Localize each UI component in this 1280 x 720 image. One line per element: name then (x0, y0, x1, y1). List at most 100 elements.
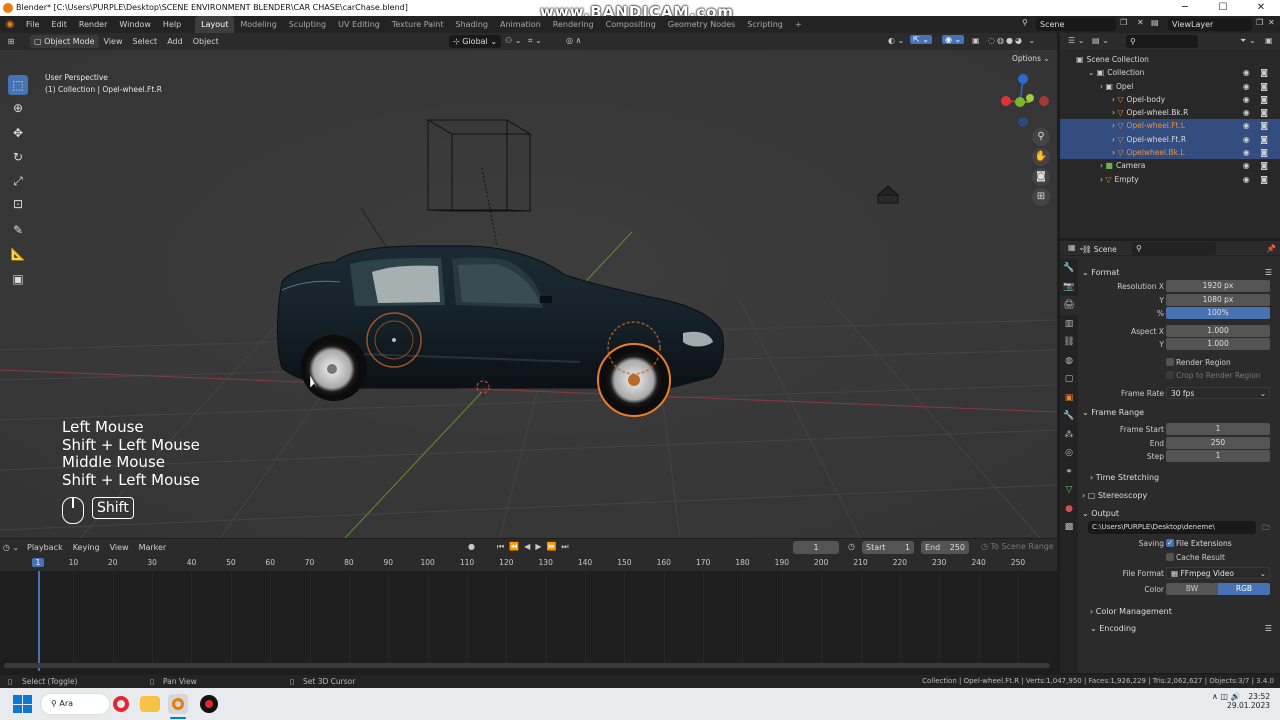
timeline-scrollbar[interactable] (4, 663, 1050, 668)
start-frame-field[interactable]: Start 1 (862, 541, 914, 554)
color-rgb-button[interactable]: RGB (1218, 582, 1270, 595)
outliner-row[interactable]: › ▣ Opel ◉ ◙ (1060, 80, 1280, 93)
resolution-y-field[interactable]: 1080 px (1166, 293, 1270, 306)
stereoscopy-section-header[interactable]: › ▢ Stereoscopy (1082, 488, 1278, 503)
ortho-grid-icon[interactable]: ⊞ (1032, 188, 1050, 206)
blender-menu-icon[interactable]: ◉ (0, 19, 20, 30)
world-tab-icon[interactable]: ◍ (1060, 352, 1078, 371)
windows-start-icon[interactable] (12, 694, 32, 714)
tool-tab-icon[interactable]: 🔧 (1060, 259, 1078, 278)
tab-sculpting[interactable]: Sculpting (283, 16, 332, 33)
menu-keying[interactable]: Keying (68, 543, 105, 552)
new-collection-icon[interactable]: ▣ (1265, 36, 1273, 45)
file-explorer-icon[interactable] (140, 696, 160, 712)
menu-edit[interactable]: Edit (45, 20, 73, 29)
current-frame-field[interactable]: 1 (793, 541, 839, 554)
outliner-row[interactable]: › ■ Camera ◉ ◙ (1060, 159, 1280, 172)
visibility-toggle-icons[interactable]: ◉ ◙ (1243, 80, 1272, 93)
menu-select[interactable]: Select (128, 37, 163, 46)
physics-tab-icon[interactable]: ◎ (1060, 444, 1078, 463)
scene-tab-icon[interactable]: ⛓ (1060, 333, 1078, 352)
visibility-toggle-icons[interactable]: ◉ ◙ (1243, 133, 1272, 146)
add-workspace-button[interactable]: + (789, 16, 808, 33)
menu-render[interactable]: Render (73, 20, 113, 29)
visibility-toggle-icons[interactable]: ◉ ◙ (1243, 106, 1272, 119)
tab-layout[interactable]: Layout (195, 16, 235, 33)
folder-icon[interactable]: 🗀 (1262, 522, 1270, 535)
format-section-header[interactable]: ⌄ Format ☰ (1082, 265, 1278, 280)
crop-region-checkbox[interactable] (1166, 371, 1174, 379)
visibility-icon[interactable]: ◐ ⌄ (888, 36, 904, 45)
camera-view-icon[interactable]: ◙ (1032, 168, 1050, 186)
tab-modeling[interactable]: Modeling (234, 16, 282, 33)
taskbar-clock[interactable]: 23:52 29.01.2023 (1190, 692, 1270, 710)
cache-result-checkbox[interactable] (1166, 552, 1174, 561)
render-region-checkbox[interactable] (1166, 357, 1174, 366)
view-layer-tab-icon[interactable]: ▥ (1060, 315, 1078, 334)
menu-marker[interactable]: Marker (134, 543, 172, 552)
encoding-presets-icon[interactable]: ☰ (1265, 621, 1272, 636)
material-tab-icon[interactable]: ● (1060, 500, 1078, 519)
aspect-x-field[interactable]: 1.000 (1166, 324, 1270, 337)
new-viewlayer-icon[interactable]: ❐ (1256, 18, 1263, 27)
options-menu[interactable]: Options ⌄ (1012, 54, 1050, 63)
outliner-row[interactable]: › ▽ Opel-wheel.Bk.R ◉ ◙ (1060, 106, 1280, 119)
rotate-tool[interactable]: ↻ (8, 147, 28, 167)
outliner-row[interactable]: › ▽ Opel-body ◉ ◙ (1060, 93, 1280, 106)
outliner-search[interactable]: ⚲ (1126, 35, 1198, 48)
modifier-tab-icon[interactable]: 🔧 (1060, 407, 1078, 426)
color-management-section-header[interactable]: › Color Management (1082, 604, 1278, 619)
tab-rendering[interactable]: Rendering (547, 16, 600, 33)
taskbar-search[interactable]: ⚲ Ara (40, 693, 110, 715)
navigation-gizmo[interactable] (996, 70, 1056, 135)
aspect-y-field[interactable]: 1.000 (1166, 338, 1270, 350)
tab-geometry-nodes[interactable]: Geometry Nodes (662, 16, 741, 33)
playback-controls[interactable]: ⏮⏪◀▶⏩⏭ (497, 542, 574, 552)
menu-add[interactable]: Add (162, 37, 188, 46)
output-path-field[interactable]: C:\Users\PURPLE\Desktop\deneme\ (1088, 520, 1256, 534)
visibility-toggle-icons[interactable]: ◉ ◙ (1243, 146, 1272, 159)
outliner-row[interactable]: › ▽ Empty ◉ ◙ (1060, 173, 1280, 186)
tab-shading[interactable]: Shading (449, 16, 494, 33)
zoom-icon[interactable]: ⚲ (1032, 128, 1050, 146)
data-tab-icon[interactable]: ▽ (1060, 481, 1078, 500)
resolution-x-field[interactable]: 1920 px (1166, 280, 1270, 292)
pan-hand-icon[interactable]: ✋ (1032, 148, 1050, 166)
filter-icon[interactable]: ⏷ ⌄ (1240, 36, 1256, 46)
pin-icon[interactable]: 📌 (1267, 244, 1276, 253)
color-bw-button[interactable]: BW (1166, 582, 1218, 595)
tab-compositing[interactable]: Compositing (600, 16, 662, 33)
menu-file[interactable]: File (20, 20, 45, 29)
menu-view[interactable]: View (99, 37, 128, 46)
delete-scene-icon[interactable]: ✕ (1137, 18, 1144, 27)
opera-icon[interactable] (113, 696, 129, 712)
frame-step-field[interactable]: 1 (1166, 450, 1270, 462)
visibility-toggle-icons[interactable]: ◉ ◙ (1243, 119, 1272, 132)
playhead-line[interactable] (38, 571, 40, 671)
measure-tool[interactable]: 📐 (8, 244, 28, 264)
visibility-toggle-icons[interactable]: ◉ ◙ (1243, 66, 1272, 79)
menu-object[interactable]: Object (188, 37, 224, 46)
viewlayer-selector[interactable]: ViewLayer (1168, 18, 1252, 31)
annotate-tool[interactable]: ✎ (8, 220, 28, 240)
properties-search[interactable]: ⚲ (1132, 242, 1216, 255)
scene-selector[interactable]: Scene (1036, 18, 1116, 31)
visibility-toggle-icons[interactable]: ◉ ◙ (1243, 93, 1272, 106)
tab-scripting[interactable]: Scripting (741, 16, 789, 33)
timeline-area[interactable] (0, 571, 1057, 671)
tab-animation[interactable]: Animation (494, 16, 547, 33)
frame-start-field[interactable]: 1 (1166, 423, 1270, 435)
snap-icon[interactable]: ⌗ ⌄ (528, 36, 542, 46)
move-tool[interactable]: ✥ (8, 123, 28, 143)
cursor-tool[interactable]: ⊕ (8, 98, 28, 118)
outliner-row[interactable]: › ▽ Opel-wheel.Ft.R ◉ ◙ (1060, 132, 1280, 147)
preview-range-icon[interactable]: ◷ (848, 542, 855, 551)
menu-window[interactable]: Window (113, 20, 157, 29)
editor-type-icon[interactable]: ⊞ (0, 37, 22, 46)
proportional-edit-icon[interactable]: ◎ ∧ (566, 36, 581, 45)
output-tab-icon[interactable]: 🖨 (1060, 296, 1078, 315)
tab-uv-editing[interactable]: UV Editing (332, 16, 386, 33)
add-cube-tool[interactable]: ▣ (8, 269, 28, 289)
blender-taskbar-icon[interactable] (168, 694, 188, 714)
maximize-button[interactable]: ☐ (1204, 0, 1242, 16)
